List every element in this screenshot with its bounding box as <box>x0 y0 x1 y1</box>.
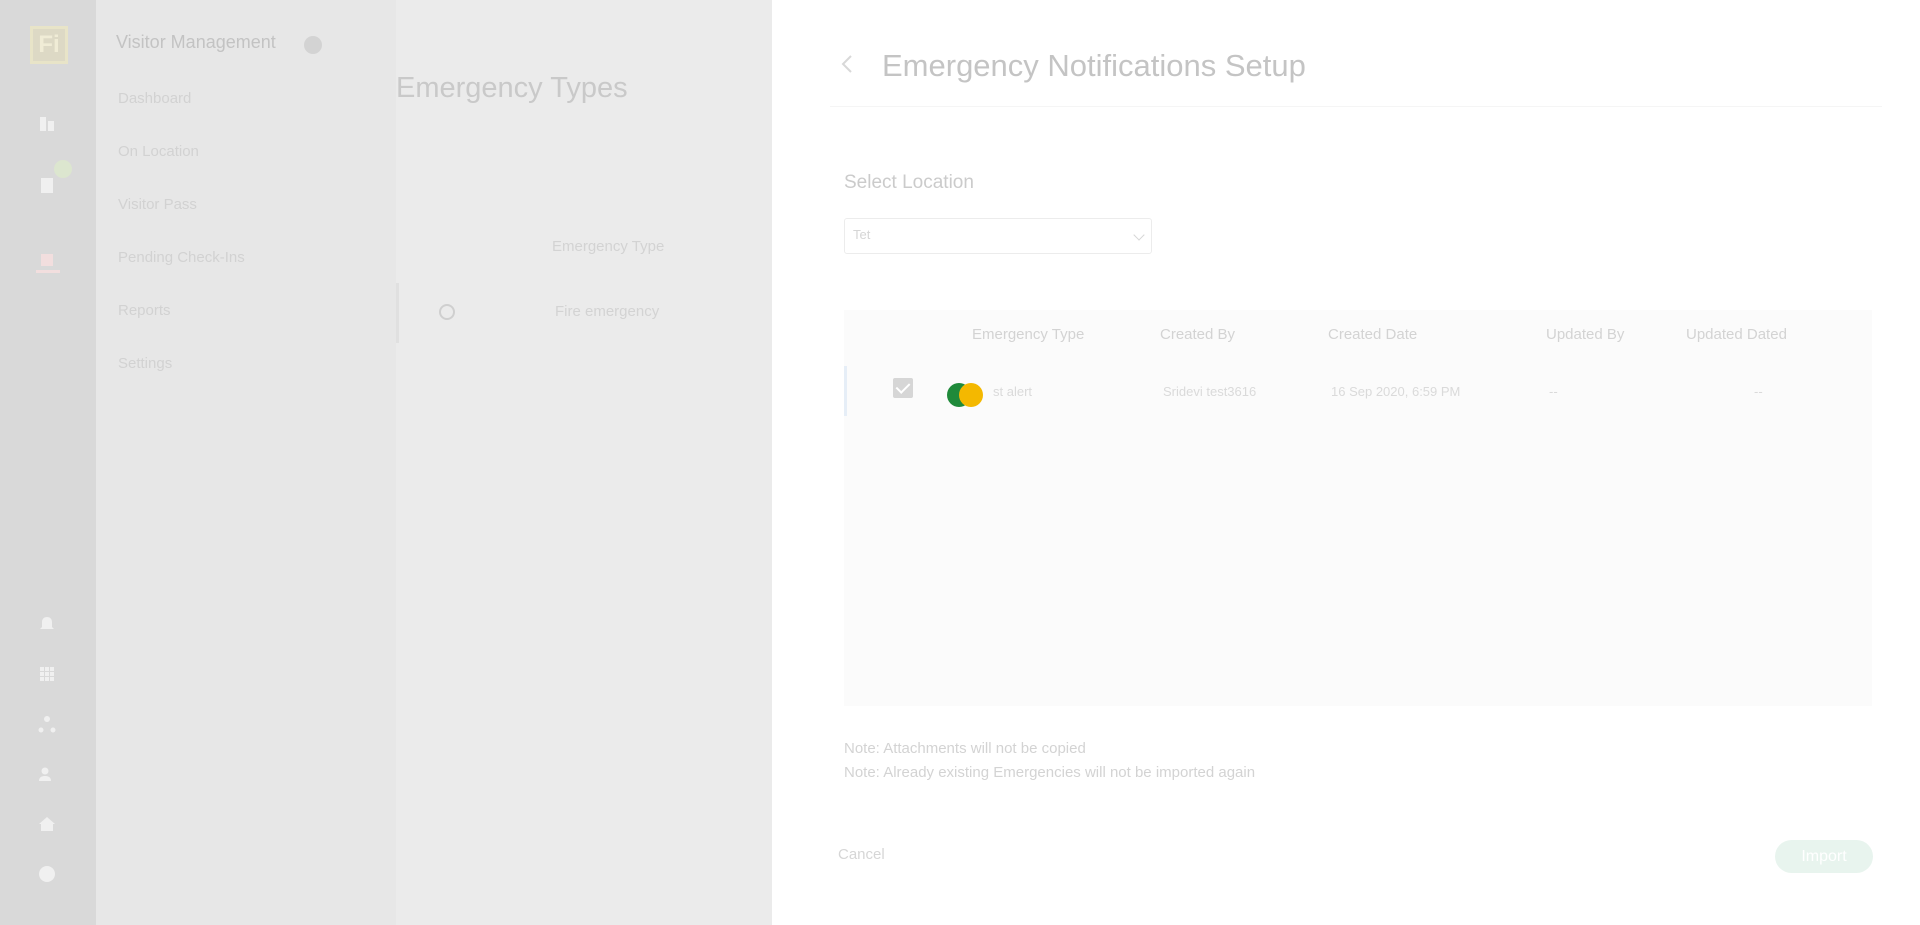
emergency-icon[interactable] <box>35 250 59 270</box>
sidebar-item-dashboard[interactable]: Dashboard <box>118 90 191 107</box>
app-logo[interactable]: Fi <box>30 26 68 64</box>
main-content: Emergency Types Emergency Type Fire emer… <box>396 0 772 925</box>
bell-icon[interactable] <box>35 614 59 634</box>
gear-icon[interactable] <box>304 36 322 54</box>
column-header-updated-by: Updated By <box>1546 326 1625 343</box>
chevron-down-icon <box>1133 229 1145 241</box>
list-item[interactable]: Fire emergency <box>396 283 772 343</box>
account-icon[interactable] <box>35 864 59 884</box>
divider <box>830 106 1882 107</box>
back-arrow-icon[interactable] <box>838 52 856 76</box>
sidebar-item-visitor-pass[interactable]: Visitor Pass <box>118 196 197 213</box>
table-row[interactable]: st alert Sridevi test3616 16 Sep 2020, 6… <box>844 366 1872 416</box>
loader-dot-yellow <box>959 383 983 407</box>
note-attachments: Note: Attachments will not be copied <box>844 740 1086 757</box>
network-icon[interactable] <box>35 714 59 734</box>
column-header-updated-dated: Updated Dated <box>1686 326 1787 343</box>
note-existing-emergencies: Note: Already existing Emergencies will … <box>844 764 1256 781</box>
cancel-button[interactable]: Cancel <box>838 846 885 863</box>
column-header-emergency-type: Emergency Type <box>972 326 1085 343</box>
notification-badge <box>54 160 72 178</box>
home-icon[interactable] <box>35 814 59 834</box>
active-indicator <box>36 270 60 273</box>
loading-spinner-icon <box>947 382 987 408</box>
sidebar-item-on-location[interactable]: On Location <box>118 143 199 160</box>
import-button[interactable]: Import <box>1775 840 1873 873</box>
sidebar: Visitor Management Dashboard On Location… <box>96 0 396 925</box>
cell-updated-dated: -- <box>1754 384 1763 399</box>
page-title: Emergency Types <box>396 72 628 104</box>
sidebar-item-reports[interactable]: Reports <box>118 302 171 319</box>
row-radio[interactable] <box>439 304 455 320</box>
location-select[interactable]: Tet <box>844 218 1152 254</box>
column-header-created-by: Created By <box>1160 326 1236 343</box>
cell-created-by: Sridevi test3616 <box>1163 384 1257 399</box>
sidebar-item-settings[interactable]: Settings <box>118 355 172 372</box>
cell-created-date: 16 Sep 2020, 6:59 PM <box>1331 384 1461 399</box>
column-header-emergency-type: Emergency Type <box>552 238 665 255</box>
office-icon[interactable] <box>35 175 59 195</box>
app-rail: Fi <box>0 0 96 925</box>
sidebar-title: Visitor Management <box>116 32 276 52</box>
row-checkbox[interactable] <box>893 378 913 398</box>
emergency-table: Emergency Type Created By Created Date U… <box>844 310 1872 706</box>
import-panel: Emergency Notifications Setup Select Loc… <box>772 0 1920 925</box>
panel-title: Emergency Notifications Setup <box>882 48 1306 83</box>
row-emergency-type: Fire emergency <box>555 303 660 320</box>
sidebar-item-pending-check-ins[interactable]: Pending Check-Ins <box>118 249 245 266</box>
user-add-icon[interactable] <box>35 764 59 784</box>
grid-icon[interactable] <box>35 664 59 684</box>
cell-updated-by: -- <box>1549 384 1558 399</box>
cell-emergency-type: st alert <box>993 384 1033 399</box>
column-header-created-date: Created Date <box>1328 326 1418 343</box>
location-select-value: Tet <box>853 227 871 242</box>
building-icon[interactable] <box>35 113 59 133</box>
select-location-label: Select Location <box>844 172 974 193</box>
